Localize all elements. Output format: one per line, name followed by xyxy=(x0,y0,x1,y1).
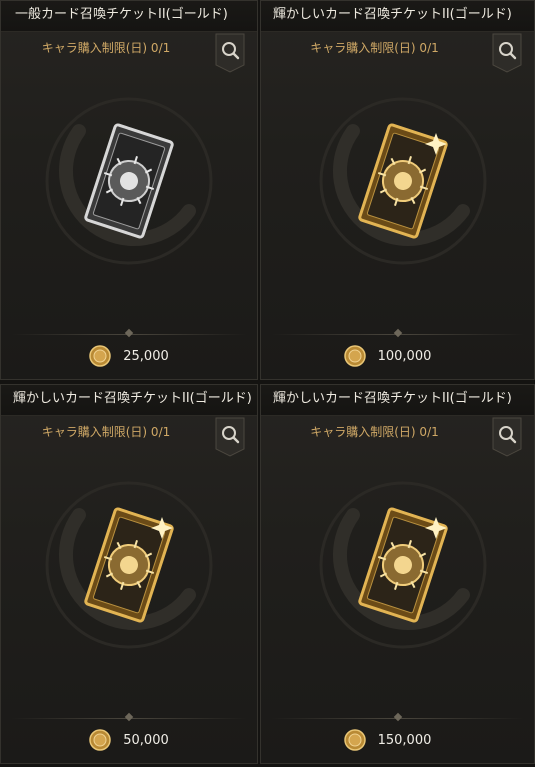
price-row: 50,000 xyxy=(1,728,257,752)
divider-ornament xyxy=(124,328,134,338)
price-value: 100,000 xyxy=(377,348,432,364)
card-ticket-gold-icon xyxy=(319,97,486,265)
magnifier-icon[interactable] xyxy=(492,33,522,73)
shop-item-card[interactable]: 一般カード召喚チケットII(ゴールド) キャラ購入制限(日) 0/1 25,00… xyxy=(0,0,258,380)
gold-coin-icon xyxy=(89,345,111,367)
card-ticket-gold-icon xyxy=(45,481,213,649)
item-title: 輝かしいカード召喚チケットII(ゴールド) xyxy=(1,385,257,416)
purchase-limit-label: キャラ購入制限(日) 0/1 xyxy=(310,425,439,439)
purchase-limit-label: キャラ購入制限(日) 0/1 xyxy=(41,425,171,439)
magnifier-icon[interactable] xyxy=(492,417,522,457)
shop-item-grid: 一般カード召喚チケットII(ゴールド) キャラ購入制限(日) 0/1 25,00… xyxy=(0,0,535,767)
magnifier-icon[interactable] xyxy=(215,417,245,457)
price-row: 25,000 xyxy=(1,344,257,368)
gold-coin-icon xyxy=(343,729,366,751)
price-value: 150,000 xyxy=(377,732,432,748)
magnifier-icon[interactable] xyxy=(215,33,245,73)
card-ticket-gold-icon xyxy=(319,481,486,649)
price-value: 25,000 xyxy=(123,348,169,364)
card-ticket-silver-icon xyxy=(45,97,213,265)
shop-item-card[interactable]: 輝かしいカード召喚チケットII(ゴールド) キャラ購入制限(日) 0/1 xyxy=(260,0,535,380)
divider-ornament xyxy=(124,712,134,722)
divider-ornament xyxy=(393,712,402,722)
price-row: 150,000 xyxy=(261,728,514,752)
purchase-limit-label: キャラ購入制限(日) 0/1 xyxy=(41,41,171,55)
shop-item-card[interactable]: 輝かしいカード召喚チケットII(ゴールド) キャラ購入制限(日) 0/1 xyxy=(260,384,535,764)
shop-item-card[interactable]: 輝かしいカード召喚チケットII(ゴールド) キャラ購入制限(日) 0/1 xyxy=(0,384,258,764)
price-row: 100,000 xyxy=(261,344,514,368)
item-title: 一般カード召喚チケットII(ゴールド) xyxy=(1,1,257,32)
purchase-limit-label: キャラ購入制限(日) 0/1 xyxy=(310,41,439,55)
divider-ornament xyxy=(393,328,402,338)
price-value: 50,000 xyxy=(123,732,169,748)
gold-coin-icon xyxy=(343,345,366,367)
gold-coin-icon xyxy=(89,729,111,751)
item-title: 輝かしいカード召喚チケットII(ゴールド) xyxy=(261,385,534,416)
item-title: 輝かしいカード召喚チケットII(ゴールド) xyxy=(261,1,534,32)
